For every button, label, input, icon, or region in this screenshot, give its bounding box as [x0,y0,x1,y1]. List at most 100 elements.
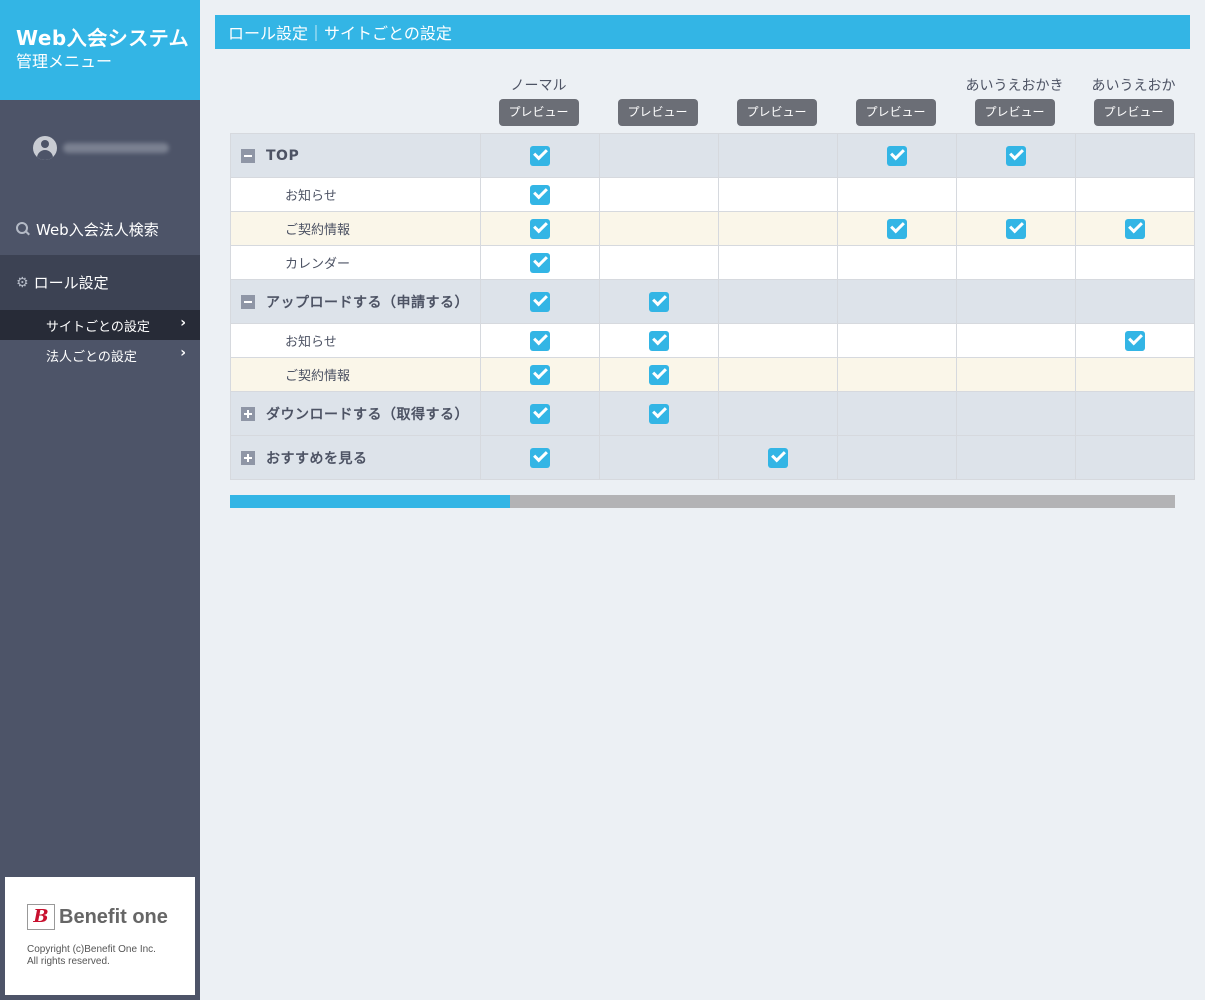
permission-cell[interactable] [480,177,600,212]
permission-cell[interactable] [718,391,838,436]
checked-checkbox-icon[interactable] [649,291,669,312]
permission-cell[interactable] [599,245,719,280]
checked-checkbox-icon[interactable] [530,252,550,273]
permission-cell[interactable] [956,279,1076,324]
preview-button[interactable]: プレビュー [974,99,1055,126]
preview-button[interactable]: プレビュー [498,99,579,126]
checked-checkbox-icon[interactable] [768,447,788,468]
collapse-icon[interactable] [241,148,255,163]
permission-cell[interactable] [956,133,1076,178]
column-header: プレビュー [717,76,836,126]
preview-button[interactable]: プレビュー [617,99,698,126]
permission-cell[interactable] [480,279,600,324]
permission-cell[interactable] [1075,245,1195,280]
permission-cell[interactable] [837,245,957,280]
expand-icon[interactable] [241,450,255,465]
checked-checkbox-icon[interactable] [530,184,550,205]
permission-cell[interactable] [837,211,957,246]
permission-cell[interactable] [599,391,719,436]
permission-cell[interactable] [1075,279,1195,324]
permission-cell[interactable] [837,133,957,178]
permission-cell[interactable] [1075,211,1195,246]
permission-cell[interactable] [1075,323,1195,358]
checked-checkbox-icon[interactable] [530,447,550,468]
permission-cell[interactable] [956,391,1076,436]
preview-button[interactable]: プレビュー [1093,99,1174,126]
checked-checkbox-icon[interactable] [1125,218,1145,239]
checked-checkbox-icon[interactable] [530,330,550,351]
column-header: プレビュー [836,76,955,126]
column-header: プレビュー [598,76,717,126]
permission-cell[interactable] [718,357,838,392]
nav-site-settings[interactable]: サイトごとの設定 › [0,310,200,340]
checked-checkbox-icon[interactable] [887,145,907,166]
permission-cell[interactable] [718,177,838,212]
permission-cell[interactable] [837,435,957,480]
scrollbar-thumb[interactable] [230,495,510,508]
permission-cell[interactable] [718,435,838,480]
role-settings-table: TOP お知らせ ご契約情報 カレンダー アップロードする（申請する） お知らせ ご契約情報… [230,133,1195,480]
permission-cell[interactable] [1075,177,1195,212]
permission-cell[interactable] [1075,435,1195,480]
checked-checkbox-icon[interactable] [530,403,550,424]
permission-cell[interactable] [480,323,600,358]
permission-cell[interactable] [956,435,1076,480]
nav-corporate-settings[interactable]: 法人ごとの設定 › [0,340,200,370]
preview-button[interactable]: プレビュー [855,99,936,126]
permission-cell[interactable] [599,133,719,178]
permission-cell[interactable] [837,177,957,212]
permission-cell[interactable] [480,435,600,480]
nav-role-settings[interactable]: ⚙ ロール設定 [0,255,200,310]
checked-checkbox-icon[interactable] [887,218,907,239]
expand-icon[interactable] [241,406,255,421]
horizontal-scrollbar[interactable] [230,495,1175,508]
permission-cell[interactable] [480,211,600,246]
group-row: アップロードする（申請する） [230,279,1195,324]
checked-checkbox-icon[interactable] [649,364,669,385]
permission-cell[interactable] [599,177,719,212]
chevron-right-icon: › [180,345,186,361]
permission-cell[interactable] [599,211,719,246]
collapse-icon[interactable] [241,294,255,309]
permission-cell[interactable] [599,357,719,392]
permission-cell[interactable] [718,279,838,324]
permission-cell[interactable] [480,357,600,392]
row-name-cell: アップロードする（申請する） [230,279,481,324]
permission-cell[interactable] [837,323,957,358]
permission-cell[interactable] [837,357,957,392]
permission-cell[interactable] [599,279,719,324]
column-name [717,76,836,97]
checked-checkbox-icon[interactable] [530,218,550,239]
permission-cell[interactable] [718,245,838,280]
permission-cell[interactable] [1075,391,1195,436]
nav-corporate-search[interactable]: Web入会法人検索 [0,212,200,246]
checked-checkbox-icon[interactable] [530,291,550,312]
permission-cell[interactable] [599,435,719,480]
preview-button[interactable]: プレビュー [736,99,817,126]
checked-checkbox-icon[interactable] [530,145,550,166]
sub-item-label: お知らせ [285,189,337,204]
permission-cell[interactable] [718,323,838,358]
permission-cell[interactable] [1075,357,1195,392]
permission-cell[interactable] [599,323,719,358]
permission-cell[interactable] [1075,133,1195,178]
permission-cell[interactable] [718,211,838,246]
permission-cell[interactable] [480,245,600,280]
column-name: ノーマル [510,78,567,94]
permission-cell[interactable] [480,133,600,178]
permission-cell[interactable] [956,245,1076,280]
checked-checkbox-icon[interactable] [1125,330,1145,351]
checked-checkbox-icon[interactable] [530,364,550,385]
permission-cell[interactable] [837,279,957,324]
permission-cell[interactable] [837,391,957,436]
permission-cell[interactable] [956,323,1076,358]
checked-checkbox-icon[interactable] [649,403,669,424]
permission-cell[interactable] [480,391,600,436]
checked-checkbox-icon[interactable] [649,330,669,351]
checked-checkbox-icon[interactable] [1006,145,1026,166]
permission-cell[interactable] [956,177,1076,212]
permission-cell[interactable] [956,357,1076,392]
permission-cell[interactable] [718,133,838,178]
permission-cell[interactable] [956,211,1076,246]
checked-checkbox-icon[interactable] [1006,218,1026,239]
